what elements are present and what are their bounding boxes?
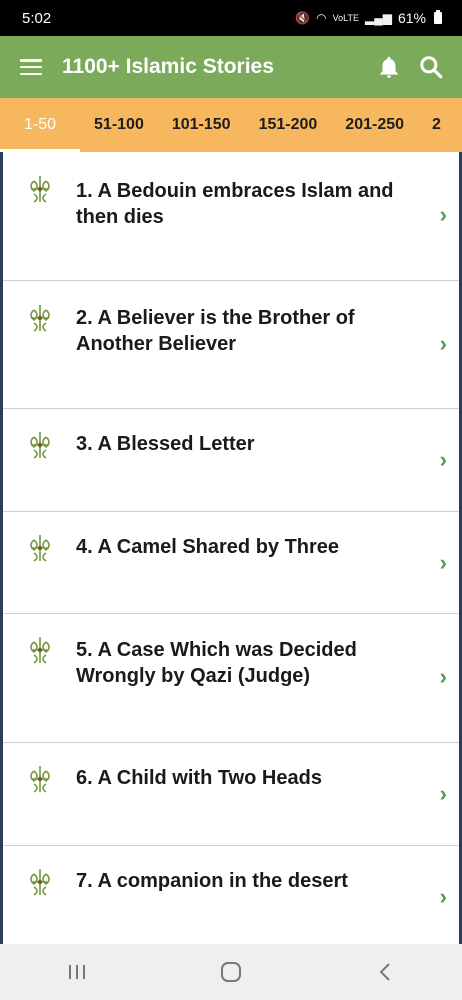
back-button[interactable] bbox=[365, 952, 405, 992]
story-title: 7. A companion in the desert bbox=[76, 870, 348, 892]
list-item[interactable]: 1. A Bedouin embraces Islam and then die… bbox=[3, 152, 459, 281]
list-item[interactable]: 3. A Blessed Letter › bbox=[3, 409, 459, 512]
tab-1-50[interactable]: 1-50 bbox=[0, 98, 81, 152]
story-title: 3. A Blessed Letter bbox=[76, 433, 255, 455]
ornament-icon bbox=[30, 535, 50, 562]
home-button[interactable] bbox=[211, 952, 251, 992]
status-time: 5:02 bbox=[22, 9, 52, 27]
mute-icon: 🔇 bbox=[295, 11, 311, 25]
status-icons: 🔇 ◠ VoLTE ▂▄▆ 61% bbox=[295, 10, 442, 26]
tab-bar: 1-50 51-100 101-150 151-200 201-250 2 bbox=[0, 98, 462, 152]
ornament-icon bbox=[30, 176, 50, 203]
chevron-right-icon: › bbox=[439, 202, 447, 227]
home-icon bbox=[221, 962, 241, 982]
ornament-icon bbox=[30, 432, 50, 459]
list-item[interactable]: 6. A Child with Two Heads › bbox=[3, 743, 459, 846]
chevron-right-icon: › bbox=[439, 331, 447, 356]
battery-icon bbox=[434, 10, 442, 24]
ornament-icon bbox=[30, 637, 50, 664]
tab-partial[interactable]: 2 bbox=[418, 98, 455, 152]
tab-201-250[interactable]: 201-250 bbox=[331, 98, 418, 152]
back-icon bbox=[379, 963, 390, 981]
chevron-right-icon: › bbox=[439, 447, 447, 472]
status-bar: 5:02 🔇 ◠ VoLTE ▂▄▆ 61% bbox=[0, 0, 462, 36]
tab-101-150[interactable]: 101-150 bbox=[158, 98, 245, 152]
list-item[interactable]: 7. A companion in the desert › bbox=[3, 846, 459, 944]
battery-percent: 61% bbox=[397, 10, 426, 26]
chevron-right-icon: › bbox=[439, 664, 447, 689]
chevron-right-icon: › bbox=[439, 550, 447, 575]
recent-apps-button[interactable] bbox=[57, 952, 97, 992]
chevron-right-icon: › bbox=[439, 781, 447, 806]
app-bar: 1100+ Islamic Stories bbox=[0, 36, 462, 98]
wifi-icon: ◠ bbox=[316, 11, 327, 25]
signal-icon: ▂▄▆ bbox=[365, 11, 392, 25]
tab-151-200[interactable]: 151-200 bbox=[245, 98, 332, 152]
bell-icon[interactable] bbox=[376, 54, 402, 80]
list-item[interactable]: 2. A Believer is the Brother of Another … bbox=[3, 281, 459, 409]
hamburger-menu-icon[interactable] bbox=[20, 59, 42, 75]
ornament-icon bbox=[30, 869, 50, 896]
volte-label: VoLTE bbox=[332, 13, 359, 23]
search-icon[interactable] bbox=[418, 54, 444, 80]
story-title: 6. A Child with Two Heads bbox=[76, 767, 322, 789]
ornament-icon bbox=[30, 305, 50, 332]
story-title: 2. A Believer is the Brother of Another … bbox=[76, 307, 355, 355]
app-title: 1100+ Islamic Stories bbox=[62, 55, 274, 78]
recent-apps-icon bbox=[69, 965, 85, 979]
story-list: 1. A Bedouin embraces Islam and then die… bbox=[0, 152, 462, 944]
story-title: 5. A Case Which was Decided Wrongly by Q… bbox=[76, 639, 357, 687]
ornament-icon bbox=[30, 766, 50, 793]
list-item[interactable]: 5. A Case Which was Decided Wrongly by Q… bbox=[3, 614, 459, 743]
story-title: 1. A Bedouin embraces Islam and then die… bbox=[76, 180, 394, 228]
system-nav-bar bbox=[0, 944, 462, 1000]
chevron-right-icon: › bbox=[439, 884, 447, 909]
tab-51-100[interactable]: 51-100 bbox=[80, 98, 158, 152]
story-title: 4. A Camel Shared by Three bbox=[76, 536, 340, 558]
list-item[interactable]: 4. A Camel Shared by Three › bbox=[3, 512, 459, 614]
